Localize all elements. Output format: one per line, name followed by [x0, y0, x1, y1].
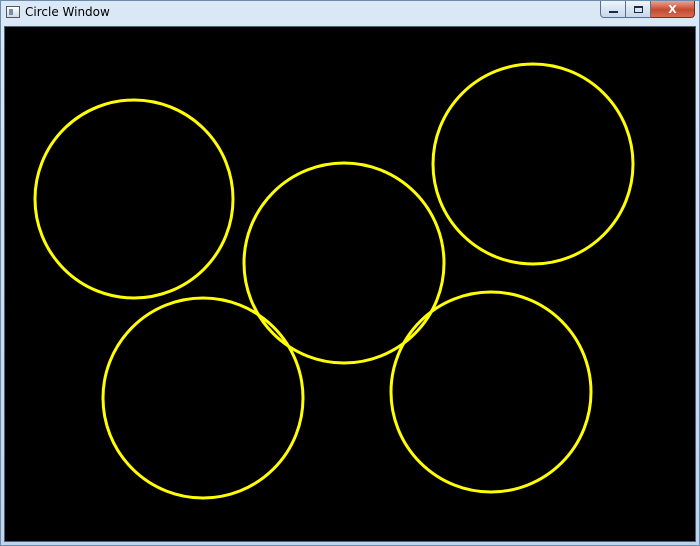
window-controls: X — [600, 1, 695, 19]
window-icon[interactable] — [6, 6, 20, 18]
minimize-icon — [608, 11, 618, 13]
window-title: Circle Window — [25, 5, 110, 19]
circle-bottom-left — [101, 296, 305, 500]
circle-center — [242, 161, 446, 365]
circle-top-right — [431, 62, 635, 266]
circle-top-left — [33, 98, 235, 300]
minimize-button[interactable] — [600, 1, 626, 18]
circles-drawing — [33, 62, 635, 500]
title-bar[interactable]: Circle Window X — [1, 1, 699, 25]
app-window: Circle Window X — [0, 0, 700, 546]
close-icon: X — [668, 2, 677, 16]
close-button[interactable]: X — [651, 1, 695, 18]
maximize-button[interactable] — [626, 1, 651, 18]
drawing-canvas[interactable] — [4, 26, 696, 542]
circle-bottom-right — [389, 290, 593, 494]
maximize-icon — [633, 5, 643, 13]
